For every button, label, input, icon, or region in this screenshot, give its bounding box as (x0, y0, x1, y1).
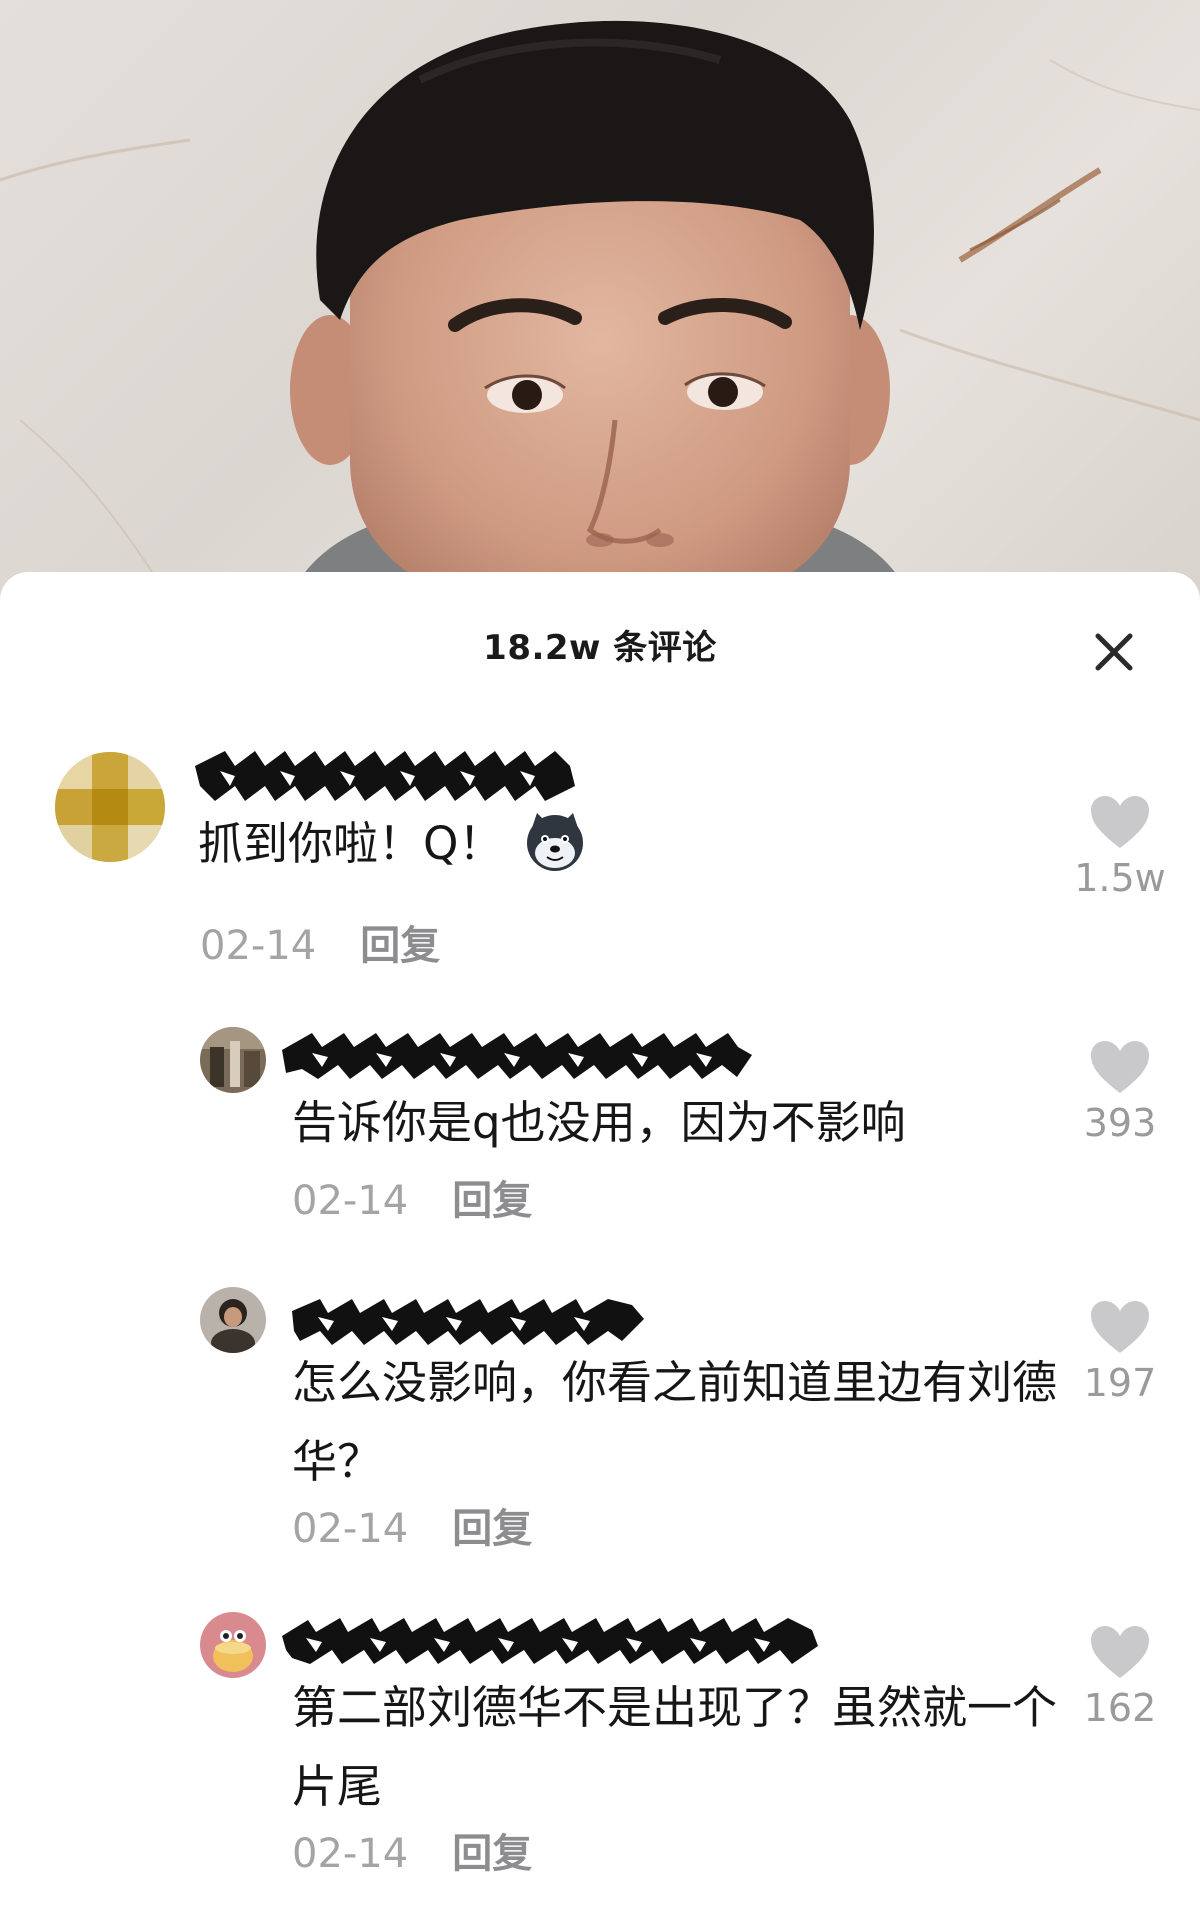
video-frame-image (0, 20, 1200, 620)
avatar-image (200, 1287, 266, 1353)
like-count: 162 (1083, 1686, 1157, 1730)
avatar[interactable] (200, 1287, 266, 1353)
husky-emoji-icon (523, 809, 587, 873)
comment-text: 抓到你啦！Q！ (198, 804, 1058, 883)
comment-meta: 02-14 回复 (200, 922, 440, 970)
like-button[interactable]: 197 (1060, 1299, 1180, 1405)
avatar[interactable] (200, 1612, 266, 1678)
comment-text: 告诉你是q也没用，因为不影响 (292, 1096, 906, 1149)
like-count: 393 (1083, 1101, 1157, 1145)
like-button[interactable]: 162 (1060, 1624, 1180, 1730)
like-count: 197 (1083, 1361, 1157, 1405)
avatar-image (55, 752, 165, 862)
avatar-image (200, 1027, 266, 1093)
like-button[interactable]: 393 (1060, 1039, 1180, 1145)
houndstooth-redaction (282, 1618, 818, 1664)
houndstooth-redaction (195, 751, 575, 801)
reply-button[interactable]: 回复 (452, 1506, 532, 1552)
comments-count-title: 18.2w 条评论 (483, 628, 717, 668)
reply-button[interactable]: 回复 (452, 1831, 532, 1877)
username-obscured[interactable] (282, 1025, 762, 1087)
comment-date: 02-14 (292, 1831, 409, 1877)
close-icon (1095, 633, 1133, 671)
comment-date: 02-14 (292, 1178, 409, 1224)
like-button[interactable]: 1.5w (1060, 794, 1180, 900)
close-button[interactable] (1090, 628, 1138, 676)
comment-meta: 02-14 回复 (292, 1177, 532, 1225)
comment-date: 02-14 (292, 1506, 409, 1552)
avatar-image (200, 1612, 266, 1678)
comment-meta: 02-14 回复 (292, 1830, 532, 1878)
heart-icon (1091, 796, 1149, 848)
username-obscured[interactable] (195, 746, 595, 808)
username-obscured[interactable] (282, 1610, 822, 1672)
reply-button[interactable]: 回复 (360, 923, 440, 969)
comment-text: 怎么没影响，你看之前知道里边有刘德华？ (292, 1356, 1058, 1488)
video-player[interactable] (0, 0, 1200, 620)
comment-date: 02-14 (200, 923, 317, 969)
reply-button[interactable]: 回复 (452, 1178, 532, 1224)
avatar[interactable] (200, 1027, 266, 1093)
heart-icon (1091, 1301, 1149, 1353)
avatar[interactable] (55, 752, 165, 862)
heart-icon (1091, 1041, 1149, 1093)
comment-text: 第二部刘德华不是出现了？虽然就一个片尾 (292, 1681, 1058, 1813)
houndstooth-redaction (282, 1033, 752, 1079)
like-count: 1.5w (1074, 856, 1166, 900)
heart-icon (1091, 1626, 1149, 1678)
comments-sheet: 18.2w 条评论 抓到你啦！Q！ 02-14 回复 1.5w 告诉你是q也没用… (0, 572, 1200, 1910)
comment-meta: 02-14 回复 (292, 1505, 532, 1553)
